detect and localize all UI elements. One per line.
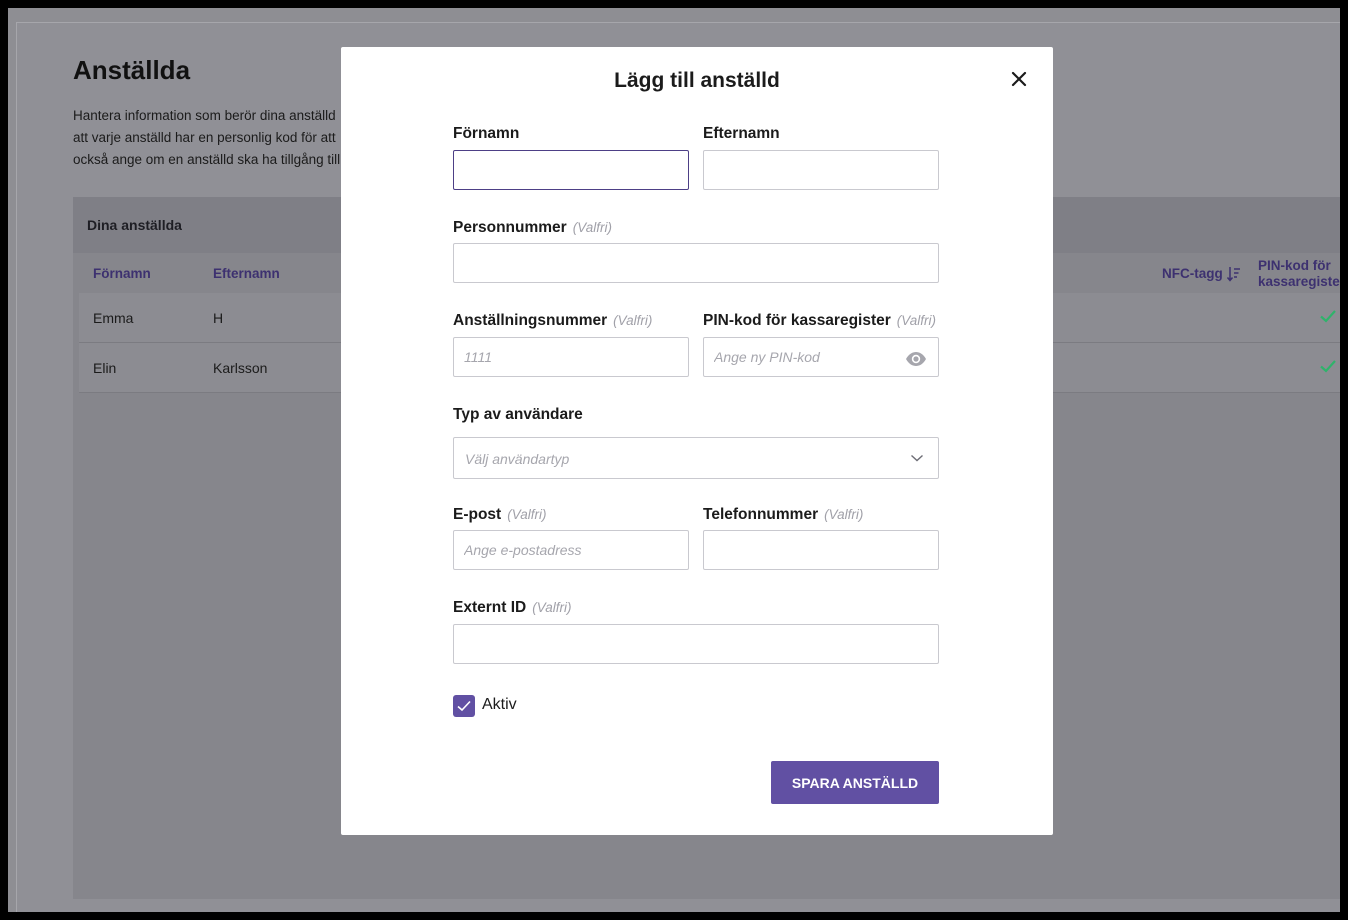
- user-type-field: Typ av användare Välj användartyp: [453, 406, 939, 479]
- user-type-select[interactable]: Välj användartyp: [453, 437, 939, 479]
- chevron-down-icon: [911, 454, 923, 462]
- first-name-field: Förnamn: [453, 125, 689, 190]
- first-name-input[interactable]: [453, 150, 689, 190]
- optional-tag: (Valfri): [532, 600, 572, 615]
- employee-number-label: Anställningsnummer (Valfri): [453, 312, 689, 334]
- cell-last-name: H: [213, 310, 224, 326]
- ssn-label-text: Personnummer: [453, 219, 567, 236]
- phone-field: Telefonnummer (Valfri): [703, 506, 939, 570]
- user-type-label: Typ av användare: [453, 406, 583, 423]
- ssn-label: Personnummer (Valfri): [453, 219, 939, 241]
- optional-tag: (Valfri): [613, 313, 653, 328]
- external-id-label: Externt ID (Valfri): [453, 599, 939, 621]
- phone-label: Telefonnummer (Valfri): [703, 506, 939, 528]
- last-name-label: Efternamn: [703, 125, 780, 142]
- ssn-input[interactable]: [453, 243, 939, 283]
- external-id-label-text: Externt ID: [453, 599, 527, 616]
- checkmark-icon: [457, 700, 471, 712]
- active-checkbox[interactable]: [453, 695, 475, 717]
- external-id-field: Externt ID (Valfri): [453, 599, 939, 664]
- sort-icon[interactable]: [1227, 266, 1241, 282]
- employee-number-label-text: Anställningsnummer: [453, 312, 608, 329]
- save-employee-button[interactable]: SPARA ANSTÄLLD: [771, 761, 939, 804]
- optional-tag: (Valfri): [824, 507, 864, 522]
- pin-input[interactable]: [703, 337, 939, 377]
- user-type-placeholder: Välj användartyp: [465, 451, 570, 467]
- email-label: E-post (Valfri): [453, 506, 689, 528]
- add-employee-modal: Lägg till anställd Förnamn Efternamn Per…: [341, 47, 1053, 835]
- modal-title: Lägg till anställd: [614, 69, 780, 92]
- pin-label-text: PIN-kod för kassaregister: [703, 312, 891, 329]
- close-icon[interactable]: [1005, 65, 1033, 93]
- column-last-name[interactable]: Efternamn: [213, 266, 280, 281]
- ssn-field: Personnummer (Valfri): [453, 219, 939, 283]
- column-pin[interactable]: PIN-kod för kassaregister: [1258, 258, 1340, 290]
- check-icon: [1320, 310, 1336, 323]
- cell-last-name: Karlsson: [213, 360, 268, 376]
- column-nfc[interactable]: NFC-tagg: [1162, 266, 1223, 281]
- last-name-field: Efternamn: [703, 125, 939, 190]
- page-description: Hantera information som berör dina anstä…: [73, 108, 341, 167]
- first-name-label: Förnamn: [453, 125, 520, 142]
- employee-number-field: Anställningsnummer (Valfri): [453, 312, 689, 377]
- active-label[interactable]: Aktiv: [482, 696, 517, 714]
- phone-label-text: Telefonnummer: [703, 506, 819, 523]
- email-input[interactable]: [453, 530, 689, 570]
- page-title: Anställda: [73, 55, 191, 85]
- external-id-input[interactable]: [453, 624, 939, 664]
- optional-tag: (Valfri): [896, 313, 937, 328]
- cell-first-name: Emma: [93, 310, 134, 326]
- cell-first-name: Elin: [93, 360, 117, 376]
- employee-number-input[interactable]: [453, 337, 689, 377]
- phone-input[interactable]: [703, 530, 939, 570]
- pin-label: PIN-kod för kassaregister (Valfri): [703, 312, 939, 334]
- check-icon: [1320, 360, 1336, 373]
- optional-tag: (Valfri): [572, 220, 612, 235]
- email-field: E-post (Valfri): [453, 506, 689, 570]
- eye-icon[interactable]: [905, 351, 927, 367]
- email-label-text: E-post: [453, 506, 502, 523]
- pin-field: PIN-kod för kassaregister (Valfri): [703, 312, 939, 377]
- last-name-input[interactable]: [703, 150, 939, 190]
- column-first-name[interactable]: Förnamn: [93, 266, 151, 281]
- optional-tag: (Valfri): [507, 507, 547, 522]
